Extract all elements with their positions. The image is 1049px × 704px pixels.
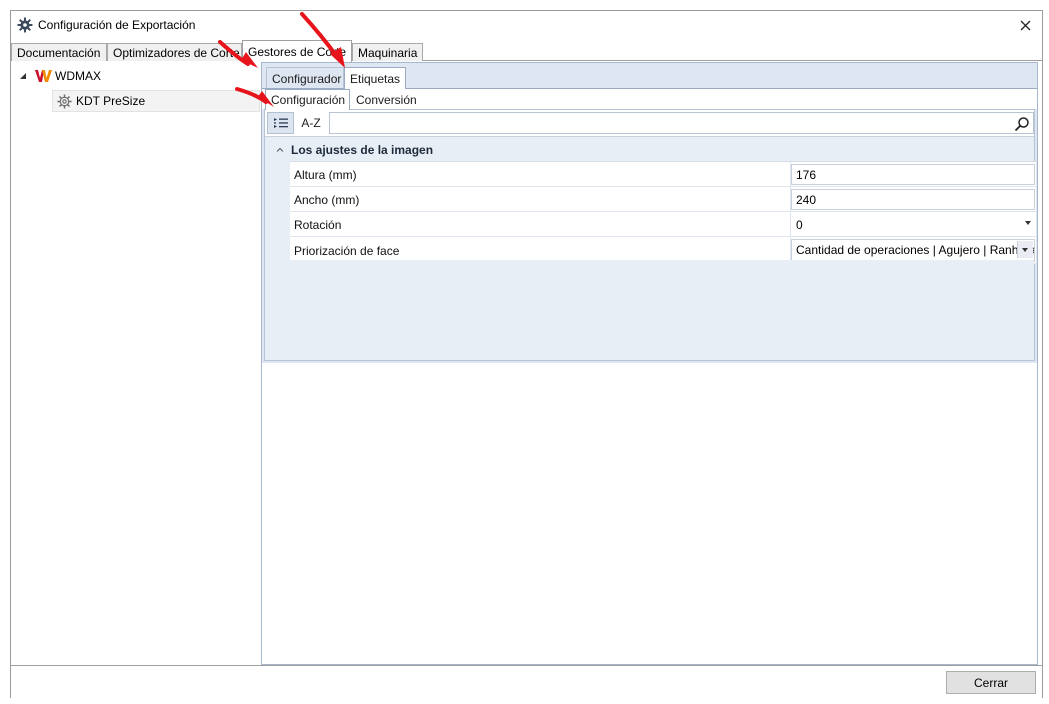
property-row-altura: Altura (mm) 176	[290, 162, 1036, 187]
gear-icon	[57, 93, 72, 109]
tree-item-label: KDT PreSize	[76, 94, 146, 108]
chevron-up-icon[interactable]	[275, 145, 285, 155]
top-tab-strip: Documentación Optimizadores de Corte Ges…	[11, 40, 1042, 62]
property-row-ancho: Ancho (mm) 240	[290, 187, 1036, 212]
settings-header-area: Configurador Etiquetas Configuración Con…	[262, 63, 1037, 363]
alphabetical-view-button[interactable]: A-Z	[297, 112, 325, 134]
property-name: Altura (mm)	[294, 168, 357, 182]
tree-item-wdmax[interactable]: WDMAX	[35, 65, 101, 87]
tab-conversion[interactable]: Conversión	[350, 89, 420, 110]
window-title: Configuración de Exportación	[38, 18, 196, 32]
title-bar: Configuración de Exportación	[11, 11, 1042, 40]
rotacion-select[interactable]: 0	[791, 214, 1035, 235]
altura-input[interactable]: 176	[791, 164, 1035, 185]
tab-maquinaria[interactable]: Maquinaria	[352, 43, 423, 61]
tab-optimizadores[interactable]: Optimizadores de Corte	[107, 43, 242, 61]
rotacion-value: 0	[796, 218, 803, 232]
ancho-input[interactable]: 240	[791, 189, 1035, 210]
tree-panel: WDMAX KDT PreSize	[11, 62, 261, 665]
property-grid-toolbar: A-Z	[265, 110, 1034, 137]
tab-etiquetas[interactable]: Etiquetas	[344, 67, 406, 89]
window-close-button[interactable]	[1012, 14, 1038, 36]
priorizacion-select[interactable]: Cantidad de operaciones | Agujero | Ranh…	[791, 239, 1035, 262]
category-header[interactable]: Los ajustes de la imagen	[265, 140, 1034, 160]
tab-gestores-de-corte[interactable]: Gestores de Corte	[242, 40, 352, 62]
property-row-rotacion: Rotación 0	[290, 212, 1036, 237]
tab-configuracion[interactable]: Configuración	[265, 89, 350, 110]
description-pane	[265, 260, 1034, 360]
dialog-footer: Cerrar	[11, 665, 1042, 698]
tree-item-kdt-presize[interactable]: KDT PreSize	[52, 90, 260, 112]
property-name: Rotación	[294, 218, 342, 232]
priorizacion-value: Cantidad de operaciones | Agujero | Ranh…	[796, 243, 1035, 257]
sub-tab-strip: Configuración Conversión	[262, 88, 1037, 110]
categorized-view-button[interactable]	[267, 112, 294, 134]
close-button[interactable]: Cerrar	[946, 671, 1036, 694]
wdmax-logo-icon	[35, 70, 52, 82]
export-config-window: Configuración de Exportación Documentaci…	[10, 10, 1043, 698]
dropdown-arrow-icon	[1022, 248, 1028, 252]
tree-expand-icon[interactable]	[19, 72, 27, 80]
property-grid: A-Z Los ajustes de la imagen Altura (mm)…	[264, 109, 1036, 361]
category-label: Los ajustes de la imagen	[291, 143, 434, 157]
search-icon[interactable]	[1014, 116, 1030, 132]
tree-item-label: WDMAX	[55, 69, 101, 83]
settings-panel: Configurador Etiquetas Configuración Con…	[261, 62, 1038, 665]
categorized-list-icon	[273, 118, 288, 128]
property-list: Altura (mm) 176 Ancho (mm) 240 Rotación …	[290, 161, 1036, 264]
tab-configurador[interactable]: Configurador	[266, 67, 344, 89]
dropdown-button[interactable]	[1017, 241, 1033, 258]
property-name: Ancho (mm)	[294, 193, 360, 207]
tab-documentacion[interactable]: Documentación	[11, 43, 107, 61]
dropdown-arrow-icon[interactable]	[1025, 221, 1031, 225]
gear-icon	[17, 17, 33, 33]
property-name: Priorización de face	[294, 244, 400, 258]
search-input[interactable]	[329, 112, 1034, 134]
close-icon	[1020, 20, 1030, 30]
